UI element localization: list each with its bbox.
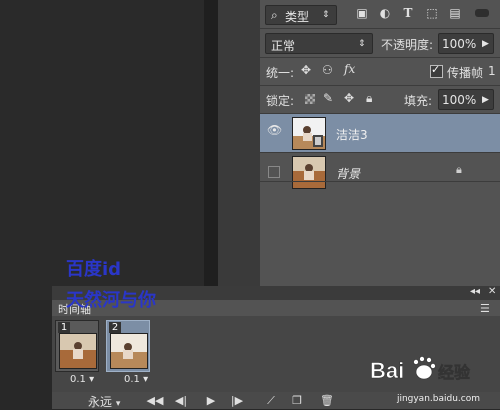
filter-toggle[interactable] <box>475 9 489 17</box>
frame-delay-value: 0.1 <box>70 374 86 385</box>
layers-panel: ⌕ 类型 ⇕ ▣ ◐ T ⬚ ▤ 正常 ⇕ 不透明度: 100% ▶ 统一: ✥… <box>260 0 500 300</box>
watermark-line1: 百度id <box>66 259 122 280</box>
fill-label: 填充: <box>404 94 433 108</box>
panel-menu-icon[interactable]: ☰ <box>480 302 490 315</box>
lock-row: 锁定: ✎ ✥ 🔒︎ 填充: 100% ▶ <box>260 86 500 113</box>
baidu-url: jingyan.baidu.com <box>396 394 480 404</box>
fill-input[interactable]: 100% ▶ <box>438 89 494 110</box>
watermark-line2: 天然河与你 <box>66 290 156 311</box>
frame-number: 2 <box>109 322 121 333</box>
collapse-icon[interactable]: ◂◂ <box>470 286 480 297</box>
adjustment-filter-icon[interactable]: ◐ <box>378 6 392 20</box>
frame-item[interactable]: 1 <box>55 320 99 372</box>
baidu-jingyan-logo: Bai 经验 <box>370 350 490 390</box>
image-filter-icon[interactable]: ▣ <box>355 6 369 20</box>
frame-delay-value: 0.1 <box>124 374 140 385</box>
propagate-value: 1 <box>488 64 496 78</box>
layer-lock-icon: 🔒︎ <box>456 163 462 176</box>
divider <box>260 181 500 182</box>
layer-filter-row: ⌕ 类型 ⇕ ▣ ◐ T ⬚ ▤ <box>260 0 500 28</box>
propagate-label: 传播帧 <box>447 66 484 80</box>
lock-label: 锁定: <box>266 94 295 108</box>
propagate-checkbox[interactable]: ✓ <box>430 63 443 78</box>
smart-object-filter-icon[interactable]: ▤ <box>448 6 462 20</box>
fill-value: 100% <box>442 93 477 107</box>
close-icon[interactable]: ✕ <box>488 286 496 297</box>
type-filter-icon[interactable]: T <box>401 6 415 20</box>
layer-row[interactable]: 👁︎ 洁洁3 <box>260 114 500 152</box>
blend-mode-value: 正常 <box>271 39 296 53</box>
visibility-toggle[interactable] <box>268 166 280 178</box>
blend-mode-select[interactable]: 正常 ⇕ <box>265 33 373 54</box>
play-icon[interactable]: ▶ <box>202 393 220 408</box>
frame-item[interactable]: 2 <box>106 320 150 372</box>
lock-move-icon[interactable]: ✥ <box>344 91 354 105</box>
layer-name: 洁洁3 <box>336 128 368 142</box>
unify-style-icon[interactable]: fx <box>344 62 355 76</box>
prev-frame-icon[interactable]: ◀| <box>172 393 190 408</box>
unify-visibility-icon[interactable]: ⚇ <box>322 63 333 77</box>
next-frame-icon[interactable]: |▶ <box>228 393 246 408</box>
frame-thumbnail <box>110 333 148 369</box>
panel-dock-strip <box>218 0 260 300</box>
svg-text:经验: 经验 <box>438 363 471 382</box>
lock-all-icon[interactable]: 🔒︎ <box>366 91 372 106</box>
search-icon: ⌕ <box>271 8 278 22</box>
fill-chevron-icon: ▶ <box>482 95 489 105</box>
first-frame-icon[interactable]: ◀◀ <box>146 393 164 408</box>
unify-position-icon[interactable]: ✥ <box>301 63 311 77</box>
loop-value: 永远 <box>88 395 113 409</box>
opacity-input[interactable]: 100% ▶ <box>438 33 494 54</box>
frame-delay-select[interactable]: 0.1 ▾ <box>124 374 148 385</box>
layer-thumbnail <box>292 117 326 150</box>
blend-row: 正常 ⇕ 不透明度: 100% ▶ <box>260 29 500 57</box>
layer-kind-select[interactable]: ⌕ 类型 ⇕ <box>265 5 337 25</box>
tween-icon[interactable]: ⟋ <box>262 393 280 408</box>
frame-number: 1 <box>58 322 70 333</box>
opacity-label: 不透明度: <box>381 38 434 52</box>
eye-icon[interactable]: 👁︎ <box>267 123 282 137</box>
loop-select[interactable]: 永远 ▾ <box>88 393 120 410</box>
frame-delay-select[interactable]: 0.1 ▾ <box>70 374 94 385</box>
loop-chevron-icon: ▾ <box>115 399 121 409</box>
blend-chevron-icon: ⇕ <box>358 39 366 49</box>
duplicate-frame-icon[interactable]: ❐ <box>288 393 306 408</box>
delete-frame-icon[interactable]: 🗑︎ <box>318 393 336 408</box>
canvas-divider <box>204 0 218 300</box>
kind-chevron-icon: ⇕ <box>322 10 330 20</box>
baidu-wordmark: Bai <box>370 358 404 383</box>
unify-label: 统一: <box>266 66 295 80</box>
layer-kind-label: 类型 <box>285 10 310 24</box>
unify-row: 统一: ✥ ⚇ fx ✓ 传播帧 1 <box>260 58 500 85</box>
layer-thumbnail <box>292 156 326 189</box>
lock-transparent-icon[interactable] <box>305 94 315 104</box>
opacity-chevron-icon: ▶ <box>482 39 489 49</box>
layer-name: 背景 <box>336 167 361 181</box>
frame-thumbnail <box>59 333 97 369</box>
opacity-value: 100% <box>442 37 477 51</box>
layer-row[interactable]: 背景 🔒︎ <box>260 153 500 191</box>
checkmark-icon: ✓ <box>431 63 441 76</box>
shape-filter-icon[interactable]: ⬚ <box>425 6 439 20</box>
lock-brush-icon[interactable]: ✎ <box>323 91 333 105</box>
